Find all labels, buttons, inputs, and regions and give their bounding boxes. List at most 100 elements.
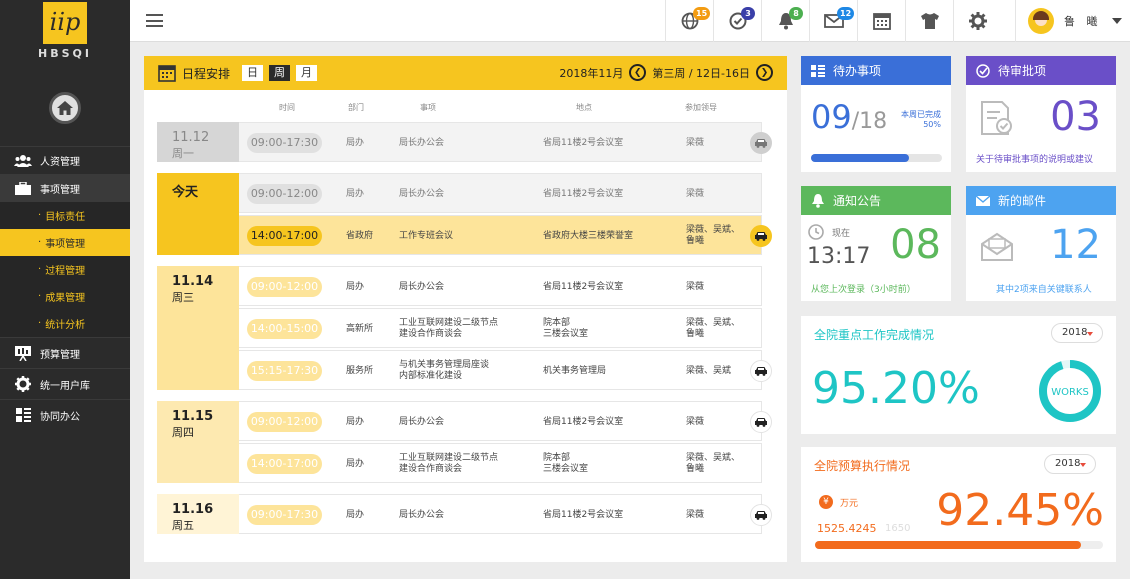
briefcase-icon xyxy=(14,182,32,196)
document-check-icon xyxy=(981,101,1012,135)
place-cell: 省局11楼2号会议室 xyxy=(543,416,624,427)
mail-button[interactable]: 12 xyxy=(809,0,857,42)
prev-week-button[interactable]: ❮ xyxy=(629,64,647,81)
mail-card[interactable]: 新的邮件 12 其中2项来自关键联系人 xyxy=(966,186,1116,301)
sidebar-subitem-label: 统计分析 xyxy=(45,320,86,331)
gear-icon xyxy=(968,12,987,30)
sidebar-subitem-label: 事项管理 xyxy=(45,239,86,250)
notice-time: 13:17 xyxy=(807,244,871,269)
todo-card[interactable]: 待办事项 09/18 本周已完成 50% xyxy=(801,56,951,172)
approval-card[interactable]: 待审批项 03 关于待审批事项的说明或建议 xyxy=(966,56,1116,172)
yen-icon: ¥ xyxy=(819,495,833,509)
menu-toggle-icon[interactable] xyxy=(146,14,163,27)
works-year-select[interactable]: 2018 xyxy=(1051,323,1103,343)
users-icon xyxy=(14,154,32,168)
schedule-row[interactable]: 14:00-17:00 局办 工业互联网建设二级节点 建设合作商谈会 院本部 三楼会议… xyxy=(239,443,762,483)
works-card: 全院重点工作完成情况 2018 95.20% WORKS xyxy=(801,316,1116,434)
place-cell: 省局11楼2号会议室 xyxy=(543,281,624,292)
time-pill: 09:00-17:30 xyxy=(247,133,322,153)
schedule-row[interactable]: 09:00-12:00 局办 局长办公会 省局11楼2号会议室 梁薇 xyxy=(239,266,762,306)
settings-button[interactable] xyxy=(953,0,1001,42)
list-icon xyxy=(811,64,825,78)
sidebar-item-label: 预算管理 xyxy=(40,349,80,361)
next-week-button[interactable]: ❯ xyxy=(756,64,773,81)
sidebar-item-collab[interactable]: 协同办公 xyxy=(0,399,130,430)
sidebar-subitem-matters[interactable]: · 事项管理 xyxy=(0,229,130,256)
time-pill: 09:00-12:00 xyxy=(247,412,322,432)
day-date: 11.14 xyxy=(172,274,214,289)
grid-icon xyxy=(14,408,32,422)
view-day-button[interactable]: 日 xyxy=(242,65,264,81)
time-pill: 14:00-17:00 xyxy=(247,454,322,474)
schedule-row[interactable]: 14:00-17:00 省政府 工作专班会议 省政府大楼三楼荣誉室 梁薇、吴斌、 鲁曦 xyxy=(239,215,772,255)
place-cell: 院本部 三楼会议室 xyxy=(543,318,589,339)
schedule-row[interactable]: 09:00-12:00 局办 局长办公会 省局11楼2号会议室 梁薇 xyxy=(239,173,762,213)
gear-icon xyxy=(14,376,32,392)
view-month-button[interactable]: 月 xyxy=(296,65,318,81)
day-label: 11.14 周三 xyxy=(157,266,239,390)
sidebar-item-hr[interactable]: 人资管理 xyxy=(0,146,130,174)
approval-title: 待审批项 xyxy=(998,64,1047,78)
car-icon[interactable] xyxy=(750,504,772,526)
column-header-dept: 部门 xyxy=(348,103,364,112)
schedule-row[interactable]: 15:15-17:30 服务所 与机关事务管理局座谈 内部标准化建设 机关事务管理局 梁… xyxy=(239,350,772,390)
sidebar-subitem-stats[interactable]: · 统计分析 xyxy=(0,310,130,337)
dept-cell: 局办 xyxy=(346,137,365,148)
logo[interactable]: iip xyxy=(43,2,87,44)
item-cell: 工作专班会议 xyxy=(399,230,454,241)
dept-cell: 高新所 xyxy=(346,323,374,334)
schedule-title: 日程安排 xyxy=(182,66,231,81)
sidebar-item-users[interactable]: 统一用户库 xyxy=(0,368,130,399)
place-cell: 省政府大楼三楼荣誉室 xyxy=(543,230,634,241)
schedule-row[interactable]: 14:00-15:00 高新所 工业互联网建设二级节点 建设合作商谈会 院本部 三楼会… xyxy=(239,308,762,348)
place-cell: 省局11楼2号会议室 xyxy=(543,188,624,199)
day-label: 11.16 周五 xyxy=(157,494,239,534)
leaders-cell: 梁薇 xyxy=(686,137,705,148)
dept-cell: 省政府 xyxy=(346,230,374,241)
day-date: 今天 xyxy=(172,185,199,200)
clock-icon xyxy=(808,224,824,240)
sidebar-subitem-process[interactable]: · 过程管理 xyxy=(0,256,130,283)
avatar xyxy=(1028,8,1054,34)
alerts-button[interactable]: 8 xyxy=(761,0,809,42)
view-week-button[interactable]: 周 xyxy=(269,65,291,81)
globe-button[interactable]: 15 xyxy=(665,0,713,42)
sidebar-subitem-goal[interactable]: · 目标责任 xyxy=(0,202,130,229)
sidebar-subitem-results[interactable]: · 成果管理 xyxy=(0,283,130,310)
shirt-icon xyxy=(920,13,939,29)
schedule-day: 11.12 周一 09:00-17:30 局办 局长办公会 省局11楼2号会议室 梁薇 xyxy=(157,122,772,162)
schedule-row[interactable]: 09:00-12:00 局办 局长办公会 省局11楼2号会议室 梁薇 xyxy=(239,401,772,441)
car-icon[interactable] xyxy=(750,411,772,433)
sidebar: iip HBSQI 人资管理 事项管理 · 目标责任 · 事项管理 · 过程管理 · 成… xyxy=(0,0,130,579)
car-icon[interactable] xyxy=(750,225,772,247)
mail-note: 其中2项来自关键联系人 xyxy=(996,285,1092,295)
alerts-badge: 8 xyxy=(789,7,803,20)
user-menu[interactable]: 鲁 曦 xyxy=(1015,0,1130,42)
works-ring-label: WORKS xyxy=(1051,387,1089,398)
tasks-button[interactable]: 3 xyxy=(713,0,761,42)
sidebar-item-matters[interactable]: 事项管理 xyxy=(0,174,130,202)
day-date: 11.16 xyxy=(172,502,214,517)
sidebar-item-budget[interactable]: 预算管理 xyxy=(0,337,130,368)
sidebar-subitem-label: 目标责任 xyxy=(45,212,86,223)
item-cell: 局长办公会 xyxy=(399,188,445,199)
mail-badge: 12 xyxy=(837,7,855,20)
calendar-button[interactable] xyxy=(857,0,905,42)
approval-note: 关于待审批事项的说明或建议 xyxy=(976,155,1094,165)
schedule-row[interactable]: 09:00-17:30 局办 局长办公会 省局11楼2号会议室 梁薇 xyxy=(239,122,772,162)
tasks-badge: 3 xyxy=(741,7,755,20)
theme-button[interactable] xyxy=(905,0,953,42)
schedule-row[interactable]: 09:00-17:30 局办 局长办公会 省局11楼2号会议室 梁薇 xyxy=(239,494,772,534)
home-button[interactable] xyxy=(49,92,81,124)
car-icon[interactable] xyxy=(750,132,772,154)
day-weekday: 周四 xyxy=(172,426,194,439)
item-cell: 局长办公会 xyxy=(399,416,445,427)
budget-amount-faint: 1650 xyxy=(885,523,911,534)
notice-card[interactable]: 通知公告 现在 13:17 08 从您上次登录（3小时前） xyxy=(801,186,951,301)
works-ring: WORKS xyxy=(1039,360,1101,422)
todo-header: 待办事项 xyxy=(801,56,951,85)
car-icon[interactable] xyxy=(750,360,772,382)
budget-year-select[interactable]: 2018 xyxy=(1044,454,1096,474)
time-pill: 09:00-17:30 xyxy=(247,505,322,525)
place-cell: 省局11楼2号会议室 xyxy=(543,137,624,148)
